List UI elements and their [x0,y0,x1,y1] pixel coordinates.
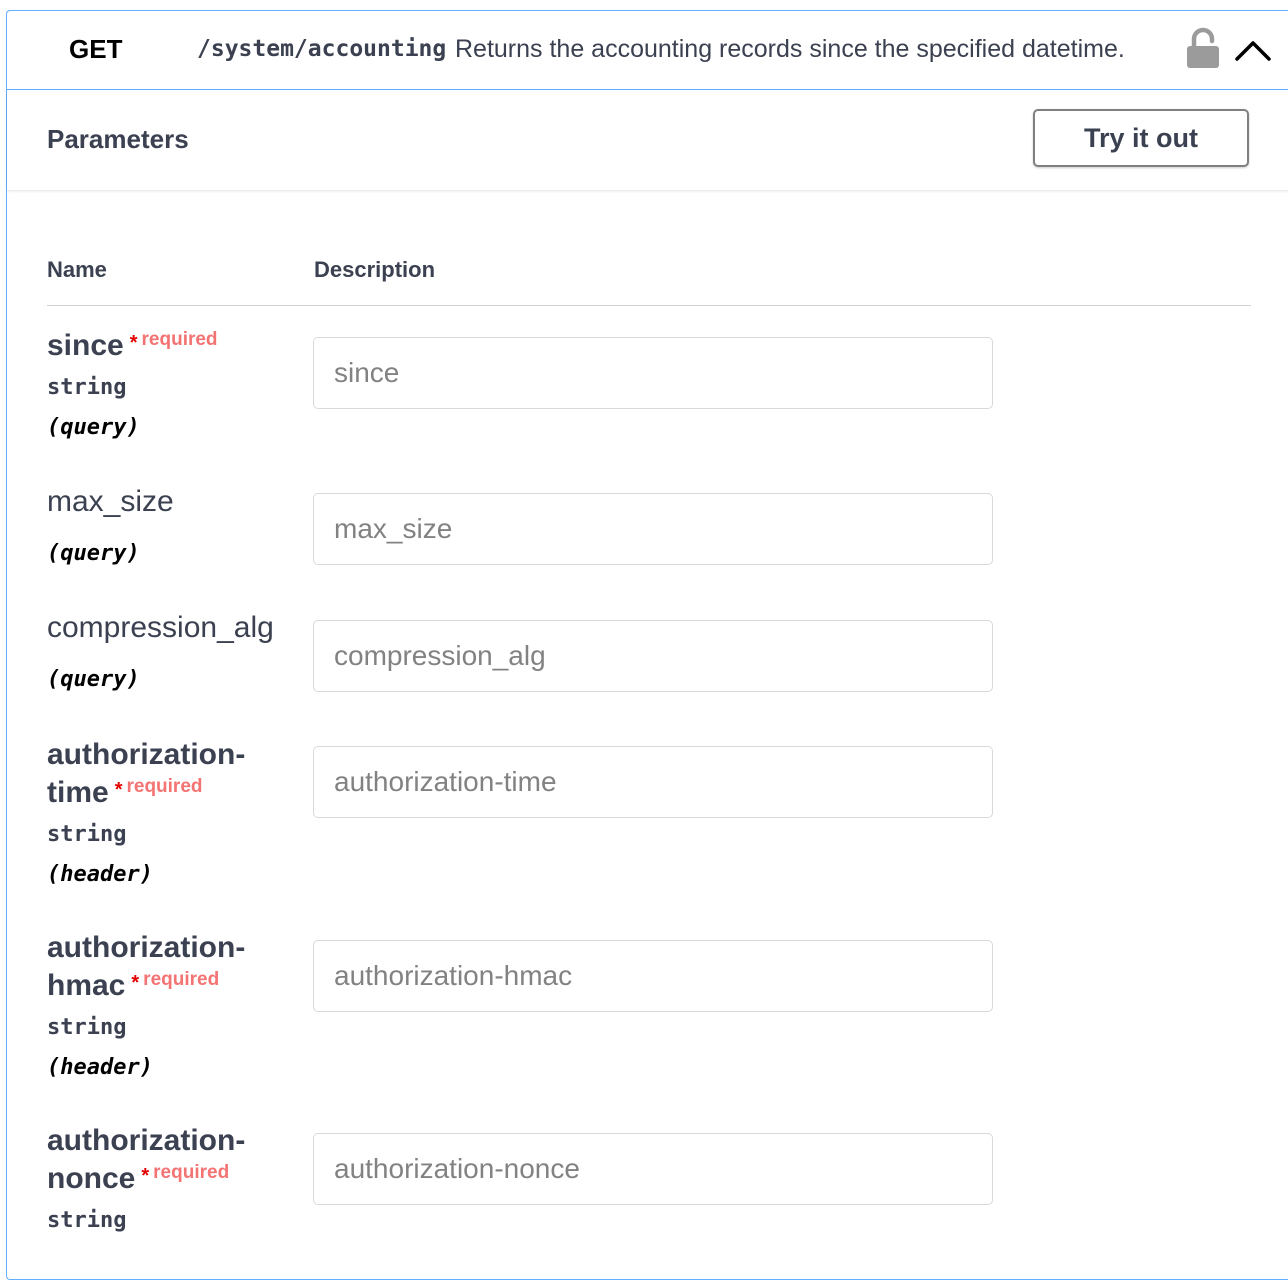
unlocked-padlock-icon[interactable] [1185,27,1221,69]
param-location: (query) [47,541,140,566]
param-name: authorization- time * required [47,736,297,816]
http-method: GET [69,34,123,64]
try-it-out-button[interactable]: Try it out [1033,109,1249,167]
divider [47,305,1251,306]
param-type: string [47,1208,127,1233]
param-name-text: compression_alg [47,611,274,644]
required-label: required [153,1162,230,1183]
operation-block: GET /system/accounting Returns the accou… [6,10,1288,1280]
param-name: max_size [47,483,297,521]
required-label: required [141,329,218,350]
endpoint-path: /system/accounting [197,36,447,62]
required-star: * [131,972,140,994]
required-star: * [141,1165,150,1187]
param-type: string [47,1015,127,1040]
param-name-line1: authorization- [47,1124,246,1157]
authorization-time-input[interactable] [313,746,993,818]
operation-summary[interactable]: GET /system/accounting Returns the accou… [7,11,1288,90]
param-name: since * required [47,327,297,369]
section-title: Parameters [47,124,189,154]
param-name-line2: nonce [47,1162,136,1195]
required-label: required [126,776,203,797]
param-name: authorization- hmac * required [47,929,297,1009]
param-name-line1: authorization- [47,738,246,771]
parameters-section-header: Parameters Try it out [7,90,1288,190]
param-type: string [47,375,127,400]
since-input[interactable] [313,337,993,409]
column-header-name: Name [47,257,107,282]
operation-description: Returns the accounting records since the… [455,35,1125,63]
authorization-hmac-input[interactable] [313,940,993,1012]
max-size-input[interactable] [313,493,993,565]
param-name: compression_alg [47,609,297,647]
param-name-text: since [47,329,124,362]
param-location: (query) [47,667,140,692]
chevron-up-icon[interactable] [1231,31,1275,67]
required-label: required [143,969,220,990]
authorization-nonce-input[interactable] [313,1133,993,1205]
param-name-line2: hmac [47,969,126,1002]
param-type: string [47,822,127,847]
column-header-description: Description [314,257,436,282]
required-star: * [129,332,138,354]
param-name: authorization- nonce * required [47,1122,297,1202]
param-location: (header) [47,1055,153,1080]
param-location: (query) [47,415,140,440]
param-location: (header) [47,862,153,887]
param-name-line1: authorization- [47,931,246,964]
compression-alg-input[interactable] [313,620,993,692]
param-name-line2: time [47,776,109,809]
required-star: * [114,779,123,801]
param-name-text: max_size [47,485,174,518]
